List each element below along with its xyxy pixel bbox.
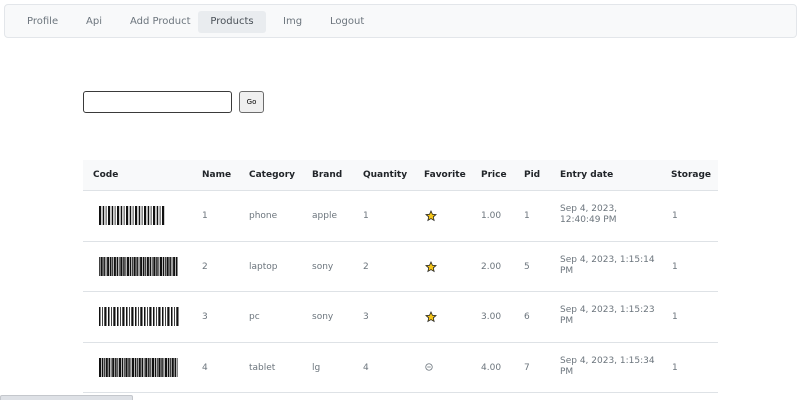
cell-entry-date: Sep 4, 2023, 1:15:14 PM (560, 254, 655, 276)
nav-item-products[interactable]: Products (198, 11, 266, 33)
cell-category: pc (249, 312, 260, 322)
nav-item-logout[interactable]: Logout (321, 11, 373, 33)
table-row: 2 laptop sony 2 2.00 5 Sep 4, 2023, 1:15… (83, 242, 718, 292)
cell-pid: 5 (524, 261, 530, 272)
cell-price: 4.00 (481, 362, 502, 373)
cell-brand: apple (312, 211, 337, 221)
minus-circle-icon[interactable] (425, 362, 433, 371)
cell-category: laptop (249, 261, 278, 272)
cell-name: 2 (202, 261, 208, 272)
barcode-icon (99, 307, 179, 326)
column-header-category: Category (249, 170, 296, 180)
cell-category: tablet (249, 362, 276, 373)
table-header: Code Name Category Brand Quantity Favori… (83, 160, 718, 191)
cell-quantity: 3 (363, 312, 369, 322)
cell-quantity: 1 (363, 211, 369, 221)
barcode-icon (99, 256, 178, 276)
column-header-price: Price (481, 170, 507, 180)
cell-storage: 1 (672, 312, 678, 322)
nav-item-add-product[interactable]: Add Product (121, 11, 200, 33)
cell-quantity: 2 (363, 261, 369, 272)
go-button[interactable]: Go (239, 91, 264, 113)
cell-category: phone (249, 211, 278, 221)
barcode-icon (99, 206, 165, 225)
table-row: 4 tablet lg 4 4.00 7 Sep 4, 2023, 1:15:3… (83, 343, 718, 393)
star-icon[interactable] (425, 210, 437, 222)
search-input[interactable] (83, 91, 232, 113)
star-icon[interactable] (425, 260, 437, 273)
cell-brand: lg (312, 362, 321, 373)
nav-item-api[interactable]: Api (77, 11, 111, 33)
nav-item-img[interactable]: Img (274, 11, 311, 33)
products-table: Code Name Category Brand Quantity Favori… (83, 160, 718, 393)
cell-entry-date: Sep 4, 2023, 1:15:34 PM (560, 355, 655, 377)
table-row: 3 pc sony 3 3.00 6 Sep 4, 2023, 1:15:23 … (83, 292, 718, 343)
cell-name: 3 (202, 312, 208, 322)
table-row: 1 phone apple 1 1.00 1 Sep 4, 2023, 12:4… (83, 191, 718, 242)
cell-pid: 7 (524, 362, 530, 373)
barcode-icon (99, 357, 178, 377)
cell-pid: 6 (524, 312, 530, 322)
column-header-entry-date: Entry date (560, 170, 614, 180)
column-header-code: Code (93, 170, 119, 180)
cell-storage: 1 (672, 261, 678, 272)
nav-item-profile[interactable]: Profile (18, 11, 67, 33)
column-header-pid: Pid (524, 170, 541, 180)
star-icon[interactable] (425, 311, 437, 323)
cell-name: 4 (202, 362, 208, 373)
cell-price: 1.00 (481, 211, 502, 221)
column-header-favorite: Favorite (424, 170, 466, 180)
cell-brand: sony (312, 261, 334, 272)
cell-storage: 1 (672, 362, 678, 373)
browser-status-tooltip (0, 395, 133, 400)
cell-storage: 1 (672, 211, 678, 221)
column-header-quantity: Quantity (363, 170, 408, 180)
cell-entry-date: Sep 4, 2023, 12:40:49 PM (560, 204, 618, 225)
cell-price: 2.00 (481, 261, 502, 272)
cell-name: 1 (202, 211, 208, 221)
cell-pid: 1 (524, 211, 530, 221)
column-header-name: Name (202, 170, 232, 180)
top-navbar: Profile Api Add Product Products Img Log… (4, 4, 797, 38)
cell-brand: sony (312, 312, 334, 322)
cell-quantity: 4 (363, 362, 369, 373)
cell-price: 3.00 (481, 312, 502, 322)
cell-entry-date: Sep 4, 2023, 1:15:23 PM (560, 305, 655, 326)
column-header-storage: Storage (671, 170, 712, 180)
column-header-brand: Brand (312, 170, 343, 180)
